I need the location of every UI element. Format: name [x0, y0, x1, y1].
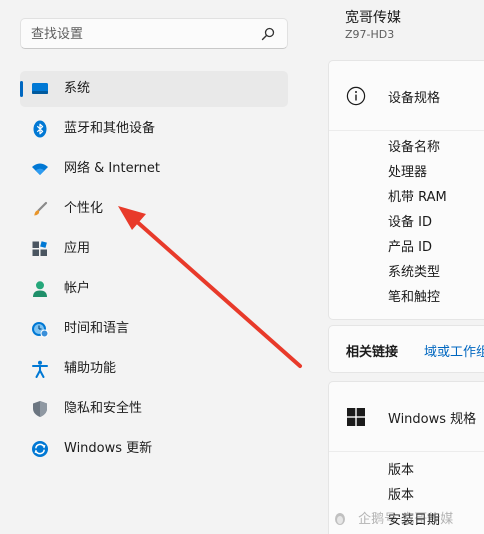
search-icon[interactable] [261, 27, 275, 41]
sidebar-item-label: 个性化 [64, 201, 104, 216]
device-specs-list: 设备名称 处理器 机带 RAM 设备 ID 产品 ID 系统类型 笔和触控 [388, 139, 447, 314]
spec-label: 版本 [388, 463, 415, 478]
paintbrush-icon [34, 201, 48, 216]
spec-label: 处理器 [388, 165, 428, 180]
spec-label: 产品 ID [388, 240, 432, 255]
wifi-icon [32, 163, 48, 175]
windows-specs-header[interactable]: Windows 规格 [329, 382, 484, 452]
sidebar-item-label: 帐户 [64, 281, 91, 296]
spec-label: 系统类型 [388, 265, 441, 280]
sidebar-item-privacy-security[interactable]: 隐私和安全性 [20, 391, 288, 427]
spec-label: 设备 ID [388, 215, 432, 230]
sidebar-item-label: 网络 & Internet [64, 161, 161, 176]
accessibility-icon [32, 360, 48, 378]
windows-logo-icon [347, 408, 365, 426]
sidebar-item-personalization[interactable]: 个性化 [20, 191, 288, 227]
related-links-title: 相关链接 [346, 345, 399, 360]
account-icon [33, 281, 47, 297]
sidebar-item-bluetooth[interactable]: 蓝牙和其他设备 [20, 111, 288, 147]
sidebar-item-apps[interactable]: 应用 [20, 231, 288, 267]
sidebar-item-system[interactable]: 系统 [20, 71, 288, 107]
spec-label: 机带 RAM [388, 190, 447, 205]
device-name: 宽哥传媒 [345, 10, 401, 26]
sidebar-item-label: 隐私和安全性 [64, 401, 143, 416]
clock-globe-icon [32, 322, 49, 338]
device-specs-header[interactable]: 设备规格 [329, 61, 484, 131]
about-panel: 宽哥传媒 Z97-HD3 设备规格 设备名称 处理器 机带 RAM 设备 ID … [328, 0, 484, 534]
windows-specs-title: Windows 规格 [388, 412, 477, 427]
monitor-icon [32, 83, 48, 94]
related-links-card: 相关链接 域或工作组 [328, 325, 484, 373]
spec-label: 笔和触控 [388, 290, 441, 305]
sidebar-item-accessibility[interactable]: 辅助功能 [20, 351, 288, 387]
info-icon [346, 86, 366, 106]
spec-label: 设备名称 [388, 140, 441, 155]
search-input[interactable] [31, 24, 251, 44]
sidebar-item-label: 应用 [64, 241, 91, 256]
device-model: Z97-HD3 [345, 28, 395, 41]
shield-icon [33, 401, 47, 417]
update-icon [32, 441, 48, 457]
sidebar-item-label: 时间和语言 [64, 321, 130, 336]
bluetooth-icon [33, 120, 47, 138]
penguin-logo-icon [335, 513, 345, 525]
sidebar-item-network[interactable]: 网络 & Internet [20, 151, 288, 187]
device-specs-card: 设备规格 设备名称 处理器 机带 RAM 设备 ID 产品 ID 系统类型 笔和… [328, 60, 484, 320]
sidebar-item-windows-update[interactable]: Windows 更新 [20, 431, 288, 467]
apps-icon [32, 241, 47, 256]
search-box[interactable] [20, 18, 288, 49]
sidebar-item-label: Windows 更新 [64, 441, 153, 456]
watermark: 企鹅号 宽哥传媒 [332, 508, 453, 527]
watermark-text: 企鹅号 宽哥传媒 [358, 512, 454, 527]
device-specs-title: 设备规格 [388, 91, 441, 106]
domain-workgroup-link[interactable]: 域或工作组 [424, 341, 484, 360]
sidebar-item-accounts[interactable]: 帐户 [20, 271, 288, 307]
sidebar-item-time-language[interactable]: 时间和语言 [20, 311, 288, 347]
sidebar-item-label: 蓝牙和其他设备 [64, 121, 156, 136]
sidebar-item-label: 辅助功能 [64, 361, 117, 376]
sidebar-nav: 系统 蓝牙和其他设备 网络 & Internet 个性化 应用 帐户 时间和语言… [20, 71, 288, 471]
sidebar-item-label: 系统 [64, 81, 91, 96]
